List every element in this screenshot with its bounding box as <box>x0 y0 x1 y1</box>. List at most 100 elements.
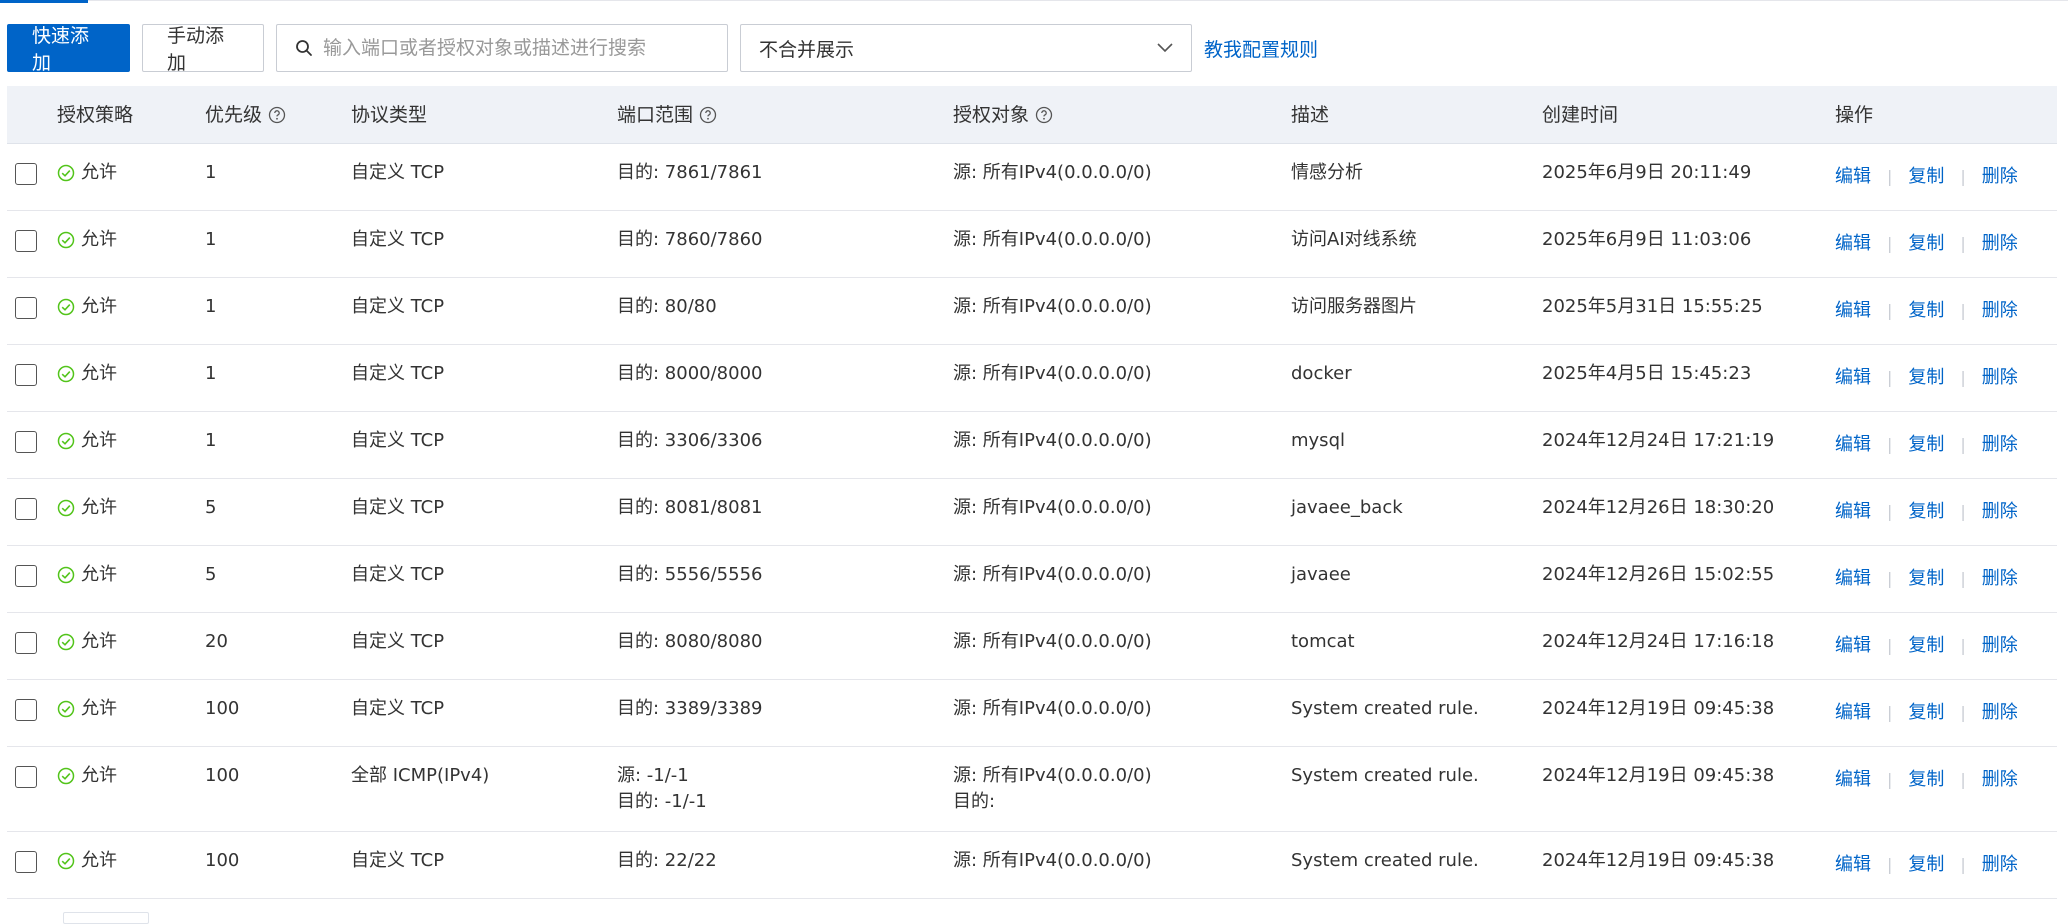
check-circle-icon <box>57 633 75 651</box>
op-divider: | <box>1887 636 1893 655</box>
description-cell: System created rule. <box>1291 765 1479 786</box>
delete-link[interactable]: 删除 <box>1982 231 2018 257</box>
table-row: 允许 5 自定义 TCP 目的: 8081/8081 源: 所有IPv4(0.0.0.0… <box>7 479 2057 546</box>
auth-object-cell: 源: 所有IPv4(0.0.0.0/0) <box>953 698 1152 719</box>
copy-link[interactable]: 复制 <box>1908 852 1944 878</box>
checkbox-box[interactable] <box>15 163 37 185</box>
checkbox-box[interactable] <box>15 565 37 587</box>
policy-label: 允许 <box>81 229 117 250</box>
merge-display-select[interactable]: 不合并展示 <box>740 24 1192 72</box>
checkbox-box[interactable] <box>15 851 37 873</box>
header-policy: 授权策略 <box>57 104 134 126</box>
copy-link[interactable]: 复制 <box>1908 231 1944 257</box>
port-range-cell: 目的: 3389/3389 <box>617 698 763 719</box>
policy-cell: 允许 <box>57 361 117 387</box>
priority-cell: 5 <box>205 564 217 585</box>
edit-link[interactable]: 编辑 <box>1835 633 1871 659</box>
delete-link[interactable]: 删除 <box>1982 700 2018 726</box>
search-box[interactable] <box>276 24 728 72</box>
row-checkbox[interactable] <box>15 766 37 788</box>
copy-link[interactable]: 复制 <box>1908 298 1944 324</box>
edit-link[interactable]: 编辑 <box>1835 365 1871 391</box>
header-time: 创建时间 <box>1542 104 1619 126</box>
row-checkbox[interactable] <box>15 230 37 252</box>
help-circle-icon[interactable] <box>699 106 717 124</box>
delete-link[interactable]: 删除 <box>1982 633 2018 659</box>
copy-link[interactable]: 复制 <box>1908 566 1944 592</box>
check-circle-icon <box>57 499 75 517</box>
edit-link[interactable]: 编辑 <box>1835 767 1871 793</box>
checkbox-box[interactable] <box>15 230 37 252</box>
checkbox-box[interactable] <box>15 766 37 788</box>
copy-link[interactable]: 复制 <box>1908 432 1944 458</box>
row-checkbox[interactable] <box>15 498 37 520</box>
chevron-down-icon <box>1157 43 1173 53</box>
policy-cell: 允许 <box>57 160 117 186</box>
row-checkbox[interactable] <box>15 297 37 319</box>
table-row: 允许 5 自定义 TCP 目的: 5556/5556 源: 所有IPv4(0.0.0.0… <box>7 546 2057 613</box>
description-cell: System created rule. <box>1291 850 1479 871</box>
copy-link[interactable]: 复制 <box>1908 499 1944 525</box>
checkbox-box[interactable] <box>15 297 37 319</box>
checkbox-box[interactable] <box>15 431 37 453</box>
pagination-control[interactable] <box>63 912 149 924</box>
op-divider: | <box>1887 855 1893 874</box>
edit-link[interactable]: 编辑 <box>1835 566 1871 592</box>
row-checkbox[interactable] <box>15 364 37 386</box>
row-checkbox[interactable] <box>15 851 37 873</box>
edit-link[interactable]: 编辑 <box>1835 852 1871 878</box>
edit-link[interactable]: 编辑 <box>1835 700 1871 726</box>
auth-object-cell: 源: 所有IPv4(0.0.0.0/0) <box>953 162 1152 183</box>
edit-link[interactable]: 编辑 <box>1835 432 1871 458</box>
check-circle-icon <box>57 767 75 785</box>
port-range-cell: 目的: 3306/3306 <box>617 430 763 451</box>
policy-label: 允许 <box>81 631 117 652</box>
policy-label: 允许 <box>81 497 117 518</box>
copy-link[interactable]: 复制 <box>1908 164 1944 190</box>
help-circle-icon[interactable] <box>268 106 286 124</box>
edit-link[interactable]: 编辑 <box>1835 499 1871 525</box>
manual-add-button[interactable]: 手动添加 <box>142 24 264 74</box>
checkbox-box[interactable] <box>15 699 37 721</box>
help-circle-icon[interactable] <box>1035 106 1053 124</box>
toolbar: 快速添加 手动添加 不合并展示 教我配置规则 <box>7 24 1318 74</box>
search-input[interactable] <box>321 36 705 60</box>
copy-link[interactable]: 复制 <box>1908 700 1944 726</box>
quick-add-button[interactable]: 快速添加 <box>7 24 130 74</box>
priority-cell: 100 <box>205 765 240 786</box>
row-checkbox[interactable] <box>15 163 37 185</box>
delete-link[interactable]: 删除 <box>1982 164 2018 190</box>
copy-link[interactable]: 复制 <box>1908 767 1944 793</box>
delete-link[interactable]: 删除 <box>1982 432 2018 458</box>
check-circle-icon <box>57 852 75 870</box>
edit-link[interactable]: 编辑 <box>1835 164 1871 190</box>
check-circle-icon <box>57 298 75 316</box>
edit-link[interactable]: 编辑 <box>1835 298 1871 324</box>
config-rules-help-link[interactable]: 教我配置规则 <box>1204 35 1318 62</box>
delete-link[interactable]: 删除 <box>1982 767 2018 793</box>
delete-link[interactable]: 删除 <box>1982 566 2018 592</box>
auth-object-cell: 源: 所有IPv4(0.0.0.0/0) <box>953 564 1152 585</box>
op-divider: | <box>1960 234 1966 253</box>
op-divider: | <box>1887 703 1893 722</box>
delete-link[interactable]: 删除 <box>1982 298 2018 324</box>
operations-cell: 编辑 | 复制 | 删除 <box>1835 566 2018 592</box>
row-checkbox[interactable] <box>15 699 37 721</box>
row-checkbox[interactable] <box>15 431 37 453</box>
header-ops: 操作 <box>1835 104 1874 126</box>
edit-link[interactable]: 编辑 <box>1835 231 1871 257</box>
op-divider: | <box>1960 167 1966 186</box>
checkbox-box[interactable] <box>15 498 37 520</box>
header-auth: 授权对象 <box>953 102 1053 128</box>
checkbox-box[interactable] <box>15 364 37 386</box>
table-row: 允许 1 自定义 TCP 目的: 7861/7861 源: 所有IPv4(0.0.0.0… <box>7 144 2057 211</box>
copy-link[interactable]: 复制 <box>1908 365 1944 391</box>
row-checkbox[interactable] <box>15 565 37 587</box>
delete-link[interactable]: 删除 <box>1982 852 2018 878</box>
op-divider: | <box>1887 368 1893 387</box>
delete-link[interactable]: 删除 <box>1982 365 2018 391</box>
checkbox-box[interactable] <box>15 632 37 654</box>
copy-link[interactable]: 复制 <box>1908 633 1944 659</box>
delete-link[interactable]: 删除 <box>1982 499 2018 525</box>
row-checkbox[interactable] <box>15 632 37 654</box>
